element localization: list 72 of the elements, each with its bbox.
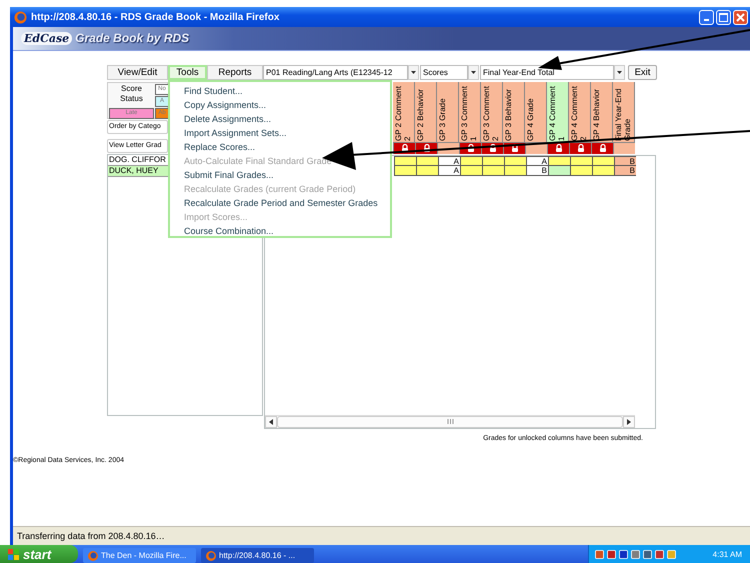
taskbar-task[interactable]: http://208.4.80.16 - ... bbox=[201, 548, 314, 563]
dropdown-field[interactable]: Scores bbox=[420, 64, 468, 80]
caret-icon bbox=[617, 70, 622, 74]
app-logo: EdCase bbox=[21, 32, 72, 45]
dropdown-arrow-button[interactable] bbox=[468, 64, 479, 80]
column-header[interactable]: GP 3 Comment 2 bbox=[481, 82, 503, 143]
column-header[interactable]: GP 4 Grade bbox=[525, 82, 547, 143]
grade-cell[interactable] bbox=[416, 156, 438, 166]
browser-icon bbox=[14, 10, 27, 24]
grade-cell[interactable]: A bbox=[526, 156, 548, 166]
scroll-left-icon[interactable] bbox=[269, 418, 273, 425]
horizontal-scrollbar[interactable] bbox=[265, 414, 635, 428]
menu-item[interactable]: Replace Scores... bbox=[184, 140, 390, 154]
menu-item[interactable]: Import Assignment Sets... bbox=[184, 126, 390, 140]
app-title: Grade Book by RDS bbox=[75, 31, 190, 46]
grade-cell[interactable] bbox=[482, 156, 504, 166]
grade-cell[interactable] bbox=[394, 156, 416, 166]
grade-cell[interactable] bbox=[548, 166, 570, 176]
column-header[interactable]: GP 2 Comment 2 bbox=[393, 82, 415, 143]
grade-cell[interactable] bbox=[482, 166, 504, 176]
grade-cell[interactable] bbox=[570, 156, 592, 166]
grade-cell[interactable] bbox=[592, 166, 614, 176]
dropdown-field[interactable]: P01 Reading/Lang Arts (E12345-12 bbox=[263, 64, 408, 80]
browser-icon bbox=[206, 550, 216, 560]
grade-cell[interactable]: A bbox=[438, 166, 460, 176]
grade-cell[interactable] bbox=[460, 166, 482, 176]
menu-tab[interactable]: Tools bbox=[168, 64, 207, 80]
column-header[interactable]: GP 3 Behavior bbox=[503, 82, 525, 143]
exit-button[interactable]: Exit bbox=[628, 64, 657, 80]
menu-item[interactable]: Delete Assignments... bbox=[184, 112, 390, 126]
grade-cell[interactable]: B bbox=[614, 156, 636, 166]
grade-cell[interactable] bbox=[548, 156, 570, 166]
grade-cell[interactable] bbox=[570, 166, 592, 176]
menu-item[interactable]: Copy Assignments... bbox=[184, 98, 390, 112]
grade-cell[interactable] bbox=[504, 166, 526, 176]
scroll-right-icon[interactable] bbox=[627, 418, 631, 425]
grade-cell[interactable]: B bbox=[614, 166, 636, 176]
dropdown-field[interactable]: Final Year-End Total bbox=[480, 64, 614, 80]
column-header[interactable]: GP 4 Comment 1 bbox=[547, 82, 569, 143]
maximize-button[interactable] bbox=[716, 10, 731, 24]
grade-cell[interactable] bbox=[592, 156, 614, 166]
grade-cell[interactable]: A bbox=[438, 156, 460, 166]
caret-icon bbox=[471, 70, 476, 74]
minimize-button[interactable] bbox=[699, 10, 714, 24]
menu-item[interactable]: Submit Final Grades... bbox=[184, 168, 390, 182]
legend-label: Score Status bbox=[119, 84, 144, 105]
menu-tab[interactable]: View/Edit bbox=[107, 64, 168, 80]
grade-cell[interactable] bbox=[394, 166, 416, 176]
grade-cell[interactable]: B bbox=[526, 166, 548, 176]
browser-icon bbox=[88, 550, 98, 560]
grade-cell[interactable] bbox=[460, 156, 482, 166]
grip-icon bbox=[446, 419, 454, 424]
grade-cell[interactable] bbox=[416, 166, 438, 176]
menu-item[interactable]: Recalculate Grade Period and Semester Grades bbox=[184, 196, 390, 210]
taskbar-task[interactable]: The Den - Mozilla Fire... bbox=[83, 548, 196, 563]
dropdown-arrow-button[interactable] bbox=[614, 64, 625, 80]
menu-item[interactable]: Course Combination... bbox=[184, 224, 390, 238]
menu-tab[interactable]: Reports bbox=[207, 64, 263, 80]
menu-item[interactable]: Find Student... bbox=[184, 84, 390, 98]
caret-icon bbox=[411, 70, 416, 74]
clock: 4:31 AM bbox=[712, 550, 742, 558]
status-bar: Transferring data from 208.4.80.16… bbox=[13, 526, 750, 545]
dropdown-arrow-button[interactable] bbox=[408, 64, 419, 80]
column-header[interactable]: GP 3 Comment 1 bbox=[459, 82, 481, 143]
column-header[interactable]: GP 2 Behavior bbox=[415, 82, 437, 143]
close-icon bbox=[736, 12, 745, 22]
close-button[interactable] bbox=[733, 10, 748, 24]
column-header[interactable]: GP 3 Grade bbox=[437, 82, 459, 143]
windows-flag-icon bbox=[8, 548, 19, 560]
window-title: http://208.4.80.16 - RDS Grade Book - Mozilla Firefox bbox=[31, 12, 280, 22]
maximize-icon bbox=[719, 12, 728, 22]
grade-cell[interactable] bbox=[504, 156, 526, 166]
